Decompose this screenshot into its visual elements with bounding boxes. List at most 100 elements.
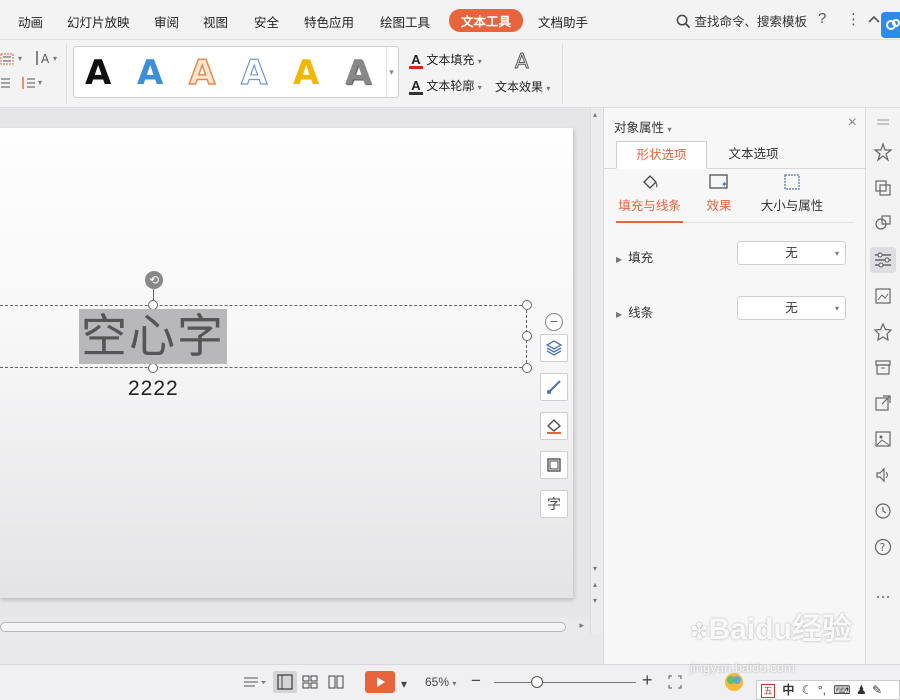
theme-color-icon[interactable] bbox=[724, 672, 744, 692]
ime-user-icon[interactable]: ♟ bbox=[856, 683, 867, 697]
layers-icon[interactable] bbox=[540, 334, 568, 362]
audio-icon[interactable] bbox=[873, 465, 893, 485]
list-bullet-dropdown-icon[interactable]: ▾ bbox=[18, 54, 22, 63]
page-down-icon[interactable]: ▾ bbox=[593, 596, 597, 605]
text-style-blue[interactable]: A bbox=[137, 53, 163, 93]
vertical-scrollbar[interactable]: ▴ ▾ ▴ ▾ bbox=[590, 108, 603, 634]
copy-shapes-icon[interactable] bbox=[873, 178, 893, 198]
slide-canvas[interactable]: ⟲ 空心字 2222 − 字 bbox=[0, 108, 590, 617]
tab-text-options[interactable]: 文本选项 bbox=[708, 141, 799, 169]
shape-fill-icon[interactable] bbox=[540, 412, 568, 440]
line-select[interactable]: 无 ▾ bbox=[737, 296, 846, 320]
zoom-slider-knob[interactable] bbox=[531, 676, 543, 688]
picture-icon[interactable] bbox=[873, 429, 893, 449]
fill-section-toggle[interactable]: ▶ 填充 bbox=[616, 247, 653, 266]
menu-doc-assistant[interactable]: 文档助手 bbox=[538, 12, 588, 31]
text-direction-dropdown-icon[interactable]: ▾ bbox=[53, 54, 57, 63]
line-section-toggle[interactable]: ▶ 线条 bbox=[616, 302, 653, 321]
resize-handle-right[interactable] bbox=[522, 331, 532, 341]
text-fill-button[interactable]: A 文本填充 ▾ bbox=[409, 51, 482, 69]
line-spacing-dropdown-icon[interactable]: ▾ bbox=[38, 78, 42, 87]
help-icon[interactable]: ? bbox=[818, 10, 826, 27]
line-spacing-icon[interactable] bbox=[20, 76, 36, 90]
subtab-fill-and-line[interactable]: 填充与线条 bbox=[616, 172, 683, 214]
page-up-icon[interactable]: ▴ bbox=[593, 580, 597, 589]
subtab-size-and-properties[interactable]: 大小与属性 bbox=[754, 172, 830, 214]
menu-drawing-tools[interactable]: 绘图工具 bbox=[380, 12, 430, 31]
horizontal-scroll-thumb[interactable] bbox=[0, 622, 566, 632]
history-icon[interactable] bbox=[873, 501, 893, 521]
text-direction-icon[interactable]: A bbox=[34, 50, 52, 66]
cloud-sync-icon[interactable] bbox=[881, 12, 900, 38]
star-icon[interactable] bbox=[873, 322, 893, 342]
menu-text-tools[interactable]: 文本工具 bbox=[449, 9, 524, 32]
tab-shape-options[interactable]: 形状选项 bbox=[616, 141, 707, 169]
hollow-text[interactable]: 空心字 bbox=[79, 309, 227, 364]
ime-settings-icon[interactable]: ✎ bbox=[872, 683, 882, 697]
shape-overlap-icon[interactable] bbox=[873, 213, 893, 233]
collapse-ribbon-icon[interactable] bbox=[868, 14, 880, 24]
scroll-up-icon[interactable]: ▴ bbox=[593, 110, 597, 119]
menu-slideshow[interactable]: 幻灯片放映 bbox=[67, 12, 130, 31]
align-icon[interactable] bbox=[0, 76, 12, 90]
menu-security[interactable]: 安全 bbox=[254, 12, 279, 31]
subtab-effects[interactable]: ✦ 效果 bbox=[701, 172, 737, 214]
reading-view-icon[interactable] bbox=[328, 675, 344, 689]
zoom-in-icon[interactable]: + bbox=[642, 670, 653, 691]
help-circle-icon[interactable]: ? bbox=[873, 537, 893, 557]
menu-view[interactable]: 视图 bbox=[203, 12, 228, 31]
gallery-scroll[interactable]: ▾ bbox=[386, 47, 396, 97]
zoom-out-icon[interactable]: − bbox=[471, 671, 481, 691]
text-style-gold[interactable]: A bbox=[293, 53, 319, 93]
shape-outline-icon[interactable] bbox=[540, 451, 568, 479]
zoom-level[interactable]: 65% ▾ bbox=[425, 675, 456, 689]
play-slideshow-button[interactable] bbox=[365, 671, 395, 693]
more-icon[interactable]: ⋮ bbox=[846, 10, 861, 28]
menu-special-apps[interactable]: 特色应用 bbox=[304, 12, 354, 31]
ime-punct-icon[interactable]: °, bbox=[818, 683, 826, 697]
close-icon[interactable]: × bbox=[848, 114, 857, 132]
notes-toggle-icon[interactable] bbox=[243, 675, 267, 689]
resize-handle-top-right[interactable] bbox=[522, 300, 532, 310]
ime-mode[interactable]: 中 bbox=[782, 683, 794, 697]
scroll-right-icon[interactable]: ▸ bbox=[579, 620, 584, 631]
fill-select[interactable]: 无 ▾ bbox=[737, 241, 846, 265]
slideshow-dropdown-icon[interactable]: ▾ bbox=[401, 677, 407, 691]
resize-handle-bottom[interactable] bbox=[148, 363, 158, 373]
more-options-icon[interactable] bbox=[873, 587, 893, 607]
collapse-toolbar-icon[interactable]: − bbox=[545, 313, 563, 331]
image-gallery-icon[interactable] bbox=[873, 286, 893, 306]
ime-keyboard-icon[interactable]: ⌨ bbox=[833, 683, 850, 697]
text-style-orange-outline[interactable]: A bbox=[188, 52, 216, 94]
ime-logo-icon[interactable]: 五 bbox=[761, 683, 775, 698]
shape-style-brush-icon[interactable] bbox=[540, 373, 568, 401]
resize-handle-bottom-right[interactable] bbox=[522, 363, 532, 373]
text-effect-button[interactable]: 文本效果 ▾ bbox=[495, 78, 550, 95]
text-outline-button[interactable]: A 文本轮廓 ▾ bbox=[409, 77, 482, 95]
share-icon[interactable] bbox=[873, 393, 893, 413]
properties-settings-icon[interactable] bbox=[870, 247, 896, 273]
zoom-slider-track[interactable] bbox=[494, 682, 636, 683]
search-command[interactable]: 查找命令、搜索模板 bbox=[676, 11, 807, 30]
scroll-down-icon[interactable]: ▾ bbox=[593, 564, 597, 573]
horizontal-scrollbar[interactable]: ▸ bbox=[0, 620, 590, 634]
fit-window-icon[interactable] bbox=[668, 675, 682, 689]
subtitle-text[interactable]: 2222 bbox=[128, 377, 179, 401]
magic-wand-icon[interactable] bbox=[873, 142, 893, 162]
ime-moon-icon[interactable]: ☾ bbox=[802, 683, 813, 697]
list-bullet-icon[interactable] bbox=[0, 52, 16, 66]
rotate-handle-icon[interactable]: ⟲ bbox=[145, 271, 163, 289]
archive-icon[interactable] bbox=[873, 357, 893, 377]
text-style-blue-outline[interactable]: A bbox=[240, 52, 268, 93]
slide[interactable]: ⟲ 空心字 2222 − 字 bbox=[0, 128, 573, 598]
menu-animation[interactable]: 动画 bbox=[18, 12, 43, 31]
panel-title[interactable]: 对象属性 ▾ bbox=[614, 117, 672, 136]
slide-sorter-icon[interactable] bbox=[302, 675, 318, 689]
text-style-gray[interactable]: A bbox=[345, 53, 371, 93]
normal-view-icon[interactable] bbox=[273, 671, 297, 693]
text-effect-icon[interactable]: A bbox=[512, 50, 534, 72]
text-tool-icon[interactable]: 字 bbox=[540, 490, 568, 518]
menu-review[interactable]: 审阅 bbox=[154, 12, 179, 31]
text-style-black[interactable]: A bbox=[85, 53, 111, 93]
collapse-strip-icon[interactable] bbox=[873, 112, 893, 132]
